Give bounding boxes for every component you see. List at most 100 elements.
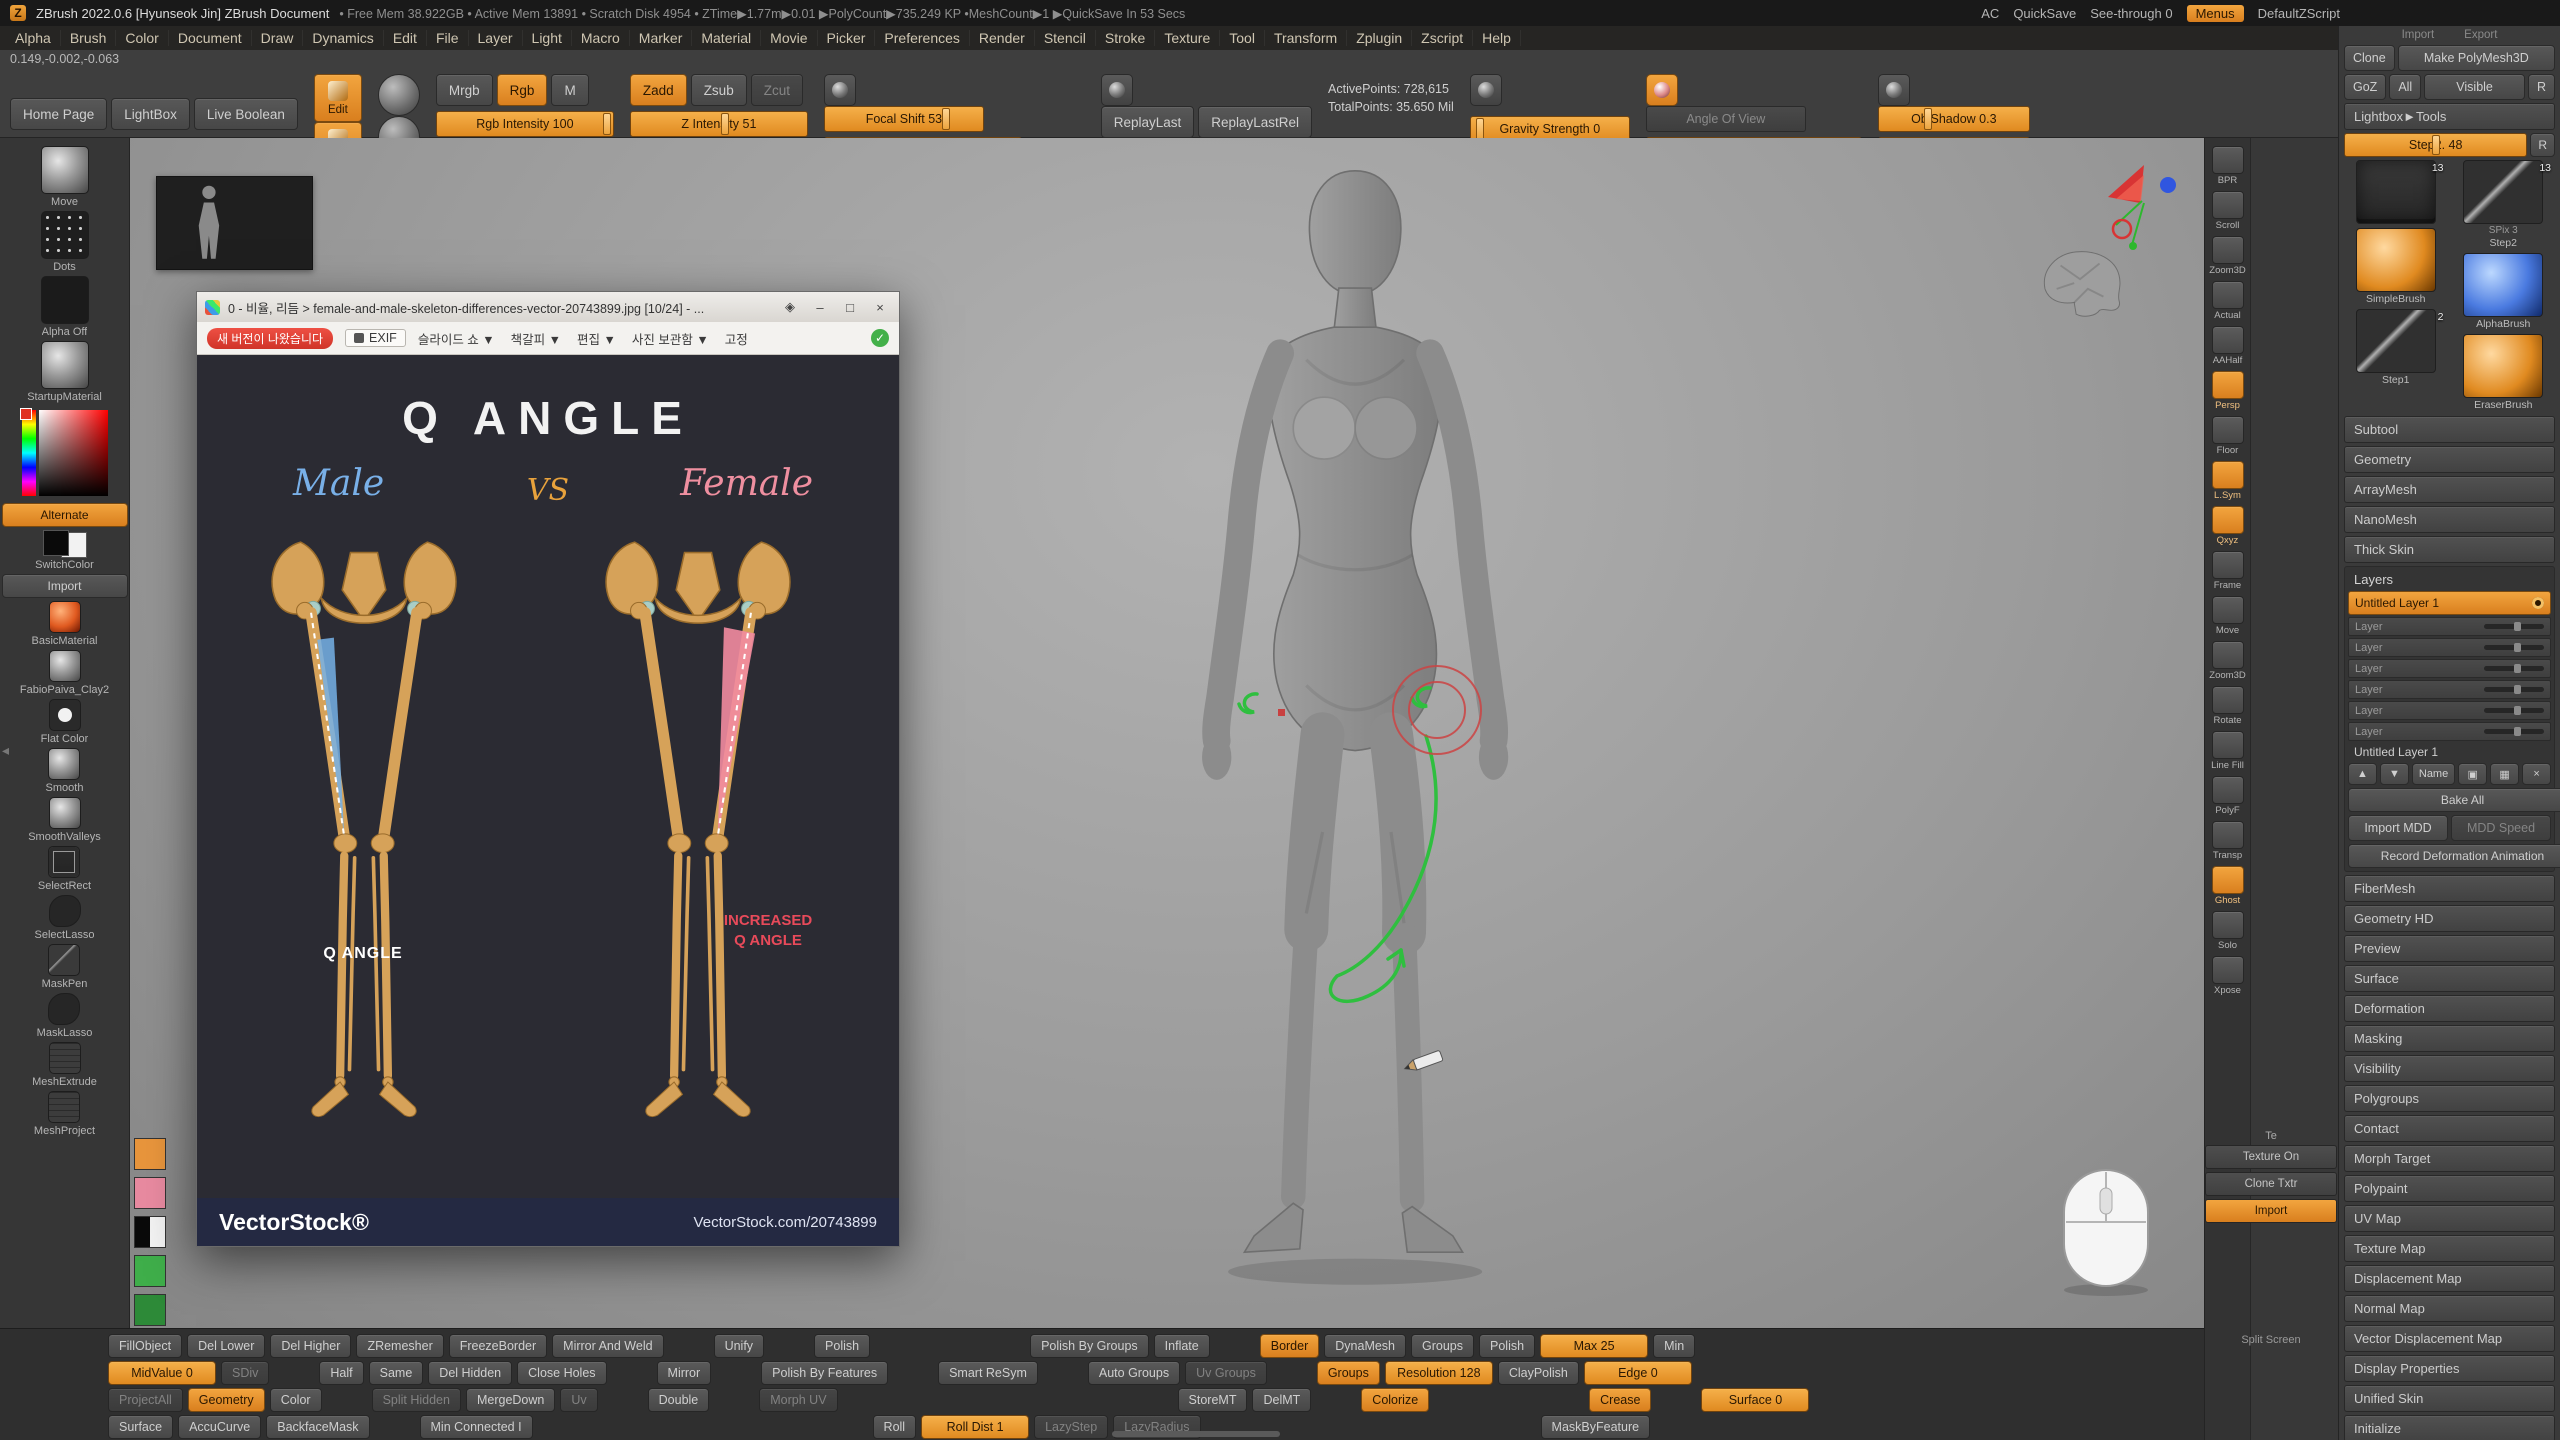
menu-item[interactable]: Help xyxy=(1473,30,1521,46)
tray-item[interactable]: SelectRect xyxy=(38,846,91,892)
material-preview-icon[interactable] xyxy=(1878,74,1910,106)
viewport-control[interactable]: Actual xyxy=(2212,281,2244,321)
palette-section[interactable]: Unified Skin xyxy=(2344,1385,2555,1412)
swatch-dark-green[interactable] xyxy=(134,1294,166,1326)
gravity-icon[interactable] xyxy=(1470,74,1502,106)
menu-item[interactable]: Stroke xyxy=(1096,30,1155,46)
layer-row[interactable]: Layer xyxy=(2348,617,2551,636)
viewport-control[interactable]: Rotate xyxy=(2212,686,2244,726)
color-picker[interactable] xyxy=(22,410,108,496)
tray-button[interactable]: Resolution 128 xyxy=(1385,1361,1493,1385)
check-icon[interactable]: ✓ xyxy=(871,329,889,347)
viewport-control[interactable]: Xpose xyxy=(2212,956,2244,996)
tray-tool[interactable]: Move xyxy=(41,146,89,208)
menu-item[interactable]: Macro xyxy=(572,30,630,46)
tray-item-thumbnail[interactable] xyxy=(49,601,81,633)
tray-button[interactable]: Double xyxy=(648,1388,710,1412)
menu-item[interactable]: Color xyxy=(116,30,168,46)
layer-intensity-slider[interactable] xyxy=(2484,666,2544,671)
tray-tool[interactable]: Alpha Off xyxy=(41,276,89,338)
tray-item-thumbnail[interactable] xyxy=(48,748,80,780)
tray-button[interactable]: Max 25 xyxy=(1540,1334,1648,1358)
exif-button[interactable]: EXIF xyxy=(345,329,406,347)
viewport-control[interactable]: Frame xyxy=(2212,551,2244,591)
viewer-menu[interactable]: 슬라이드 쇼 ▼ xyxy=(418,329,495,348)
mini-palette-button[interactable]: Texture On xyxy=(2205,1145,2337,1169)
bake-all-button[interactable]: Bake All xyxy=(2348,788,2560,812)
tool-thumbnail-image[interactable] xyxy=(2356,309,2436,373)
palette-section[interactable]: ArrayMesh xyxy=(2344,476,2555,503)
swatch-black-white[interactable] xyxy=(134,1216,166,1248)
tool-thumbnail[interactable]: EraserBrush xyxy=(2452,334,2556,411)
viewport-control[interactable]: Floor xyxy=(2212,416,2244,456)
layer-tool-button[interactable]: Name xyxy=(2412,763,2455,785)
layer-intensity-slider[interactable] xyxy=(2484,624,2544,629)
tray-tool-thumbnail[interactable] xyxy=(41,146,89,194)
tray-button[interactable]: MidValue 0 xyxy=(108,1361,216,1385)
left-divider-handle[interactable]: ◂ xyxy=(2,742,9,759)
tray-item-thumbnail[interactable] xyxy=(49,1042,81,1074)
layer-intensity-slider[interactable] xyxy=(2484,645,2544,650)
menu-item[interactable]: Edit xyxy=(384,30,427,46)
viewport-control[interactable]: PolyF xyxy=(2212,776,2244,816)
tray-button[interactable]: Colorize xyxy=(1361,1388,1429,1412)
layer-intensity-slider[interactable] xyxy=(2484,729,2544,734)
tray-button[interactable]: Mirror xyxy=(657,1361,712,1385)
palette-section[interactable]: NanoMesh xyxy=(2344,506,2555,533)
palette-section[interactable]: Normal Map xyxy=(2344,1295,2555,1322)
step2-slider[interactable]: Step2. 48 xyxy=(2344,133,2527,157)
viewport-control[interactable]: AAHalf xyxy=(2212,326,2244,366)
close-button[interactable]: × xyxy=(869,300,891,315)
menu-item[interactable]: Picker xyxy=(818,30,876,46)
tool-thumbnail[interactable]: AlphaBrush xyxy=(2452,253,2556,330)
tray-button[interactable]: Edge 0 xyxy=(1584,1361,1692,1385)
swatch-orange[interactable] xyxy=(134,1138,166,1170)
hue-strip[interactable] xyxy=(22,410,36,496)
tray-button[interactable]: Del Hidden xyxy=(428,1361,512,1385)
viewer-menu[interactable]: 사진 보관함 ▼ xyxy=(632,329,709,348)
viewport-control[interactable]: BPR xyxy=(2212,146,2244,186)
viewport-control[interactable]: Transp xyxy=(2212,821,2244,861)
goz-button[interactable]: GoZ xyxy=(2344,74,2386,100)
menu-item[interactable]: Alpha xyxy=(6,30,61,46)
zsub-button[interactable]: Zsub xyxy=(691,74,747,106)
layer-row[interactable]: Layer xyxy=(2348,659,2551,678)
tray-tool[interactable]: StartupMaterial xyxy=(27,341,102,403)
active-layer-row[interactable]: Untitled Layer 1 xyxy=(2348,591,2551,615)
tool-thumbnail-image[interactable] xyxy=(2463,253,2543,317)
palette-section[interactable]: Deformation xyxy=(2344,995,2555,1022)
image-viewer-window[interactable]: 0 - 비율, 리듬 > female-and-male-skeleton-di… xyxy=(196,291,900,1247)
layer-row[interactable]: Layer xyxy=(2348,701,2551,720)
tray-button[interactable]: AccuCurve xyxy=(178,1415,261,1439)
tray-button[interactable]: Del Lower xyxy=(187,1334,265,1358)
tray-item-thumbnail[interactable] xyxy=(48,993,80,1025)
minimize-button[interactable]: – xyxy=(809,300,831,315)
focal-shift-icon[interactable] xyxy=(824,74,856,106)
tool-thumbnail-image[interactable] xyxy=(2356,160,2436,224)
tray-item[interactable]: MaskLasso xyxy=(37,993,93,1039)
tray-button[interactable]: Auto Groups xyxy=(1088,1361,1180,1385)
tray-button[interactable]: ZRemesher xyxy=(356,1334,443,1358)
angle-of-view-icon[interactable] xyxy=(1646,74,1678,106)
tray-item[interactable]: BasicMaterial xyxy=(31,601,97,647)
swatch-green[interactable] xyxy=(134,1255,166,1287)
tray-button[interactable]: ClayPolish xyxy=(1498,1361,1579,1385)
step2-r-button[interactable]: R xyxy=(2530,133,2555,157)
tool-thumbnail[interactable]: SimpleBrush xyxy=(2344,228,2448,305)
palette-section[interactable]: Visibility xyxy=(2344,1055,2555,1082)
clone-button[interactable]: Clone xyxy=(2344,45,2395,71)
menu-item[interactable]: Texture xyxy=(1155,30,1220,46)
tray-button[interactable]: Roll Dist 1 xyxy=(921,1415,1029,1439)
palette-section[interactable]: UV Map xyxy=(2344,1205,2555,1232)
tray-item[interactable]: Smooth xyxy=(46,748,84,794)
mdd-speed-button[interactable]: MDD Speed xyxy=(2451,815,2551,841)
replay-last-rel-button[interactable]: ReplayLastRel xyxy=(1198,106,1312,138)
viewport-control[interactable]: Zoom3D xyxy=(2209,641,2245,681)
viewer-titlebar[interactable]: 0 - 비율, 리듬 > female-and-male-skeleton-di… xyxy=(197,292,899,322)
tool-thumbnail[interactable]: 2 Step1 xyxy=(2344,309,2448,386)
layer-row[interactable]: Layer xyxy=(2348,722,2551,741)
tray-button[interactable]: Half xyxy=(319,1361,363,1385)
lightbox-button[interactable]: LightBox xyxy=(111,98,190,130)
goz-r-button[interactable]: R xyxy=(2528,74,2555,100)
replay-icon[interactable] xyxy=(1101,74,1133,106)
